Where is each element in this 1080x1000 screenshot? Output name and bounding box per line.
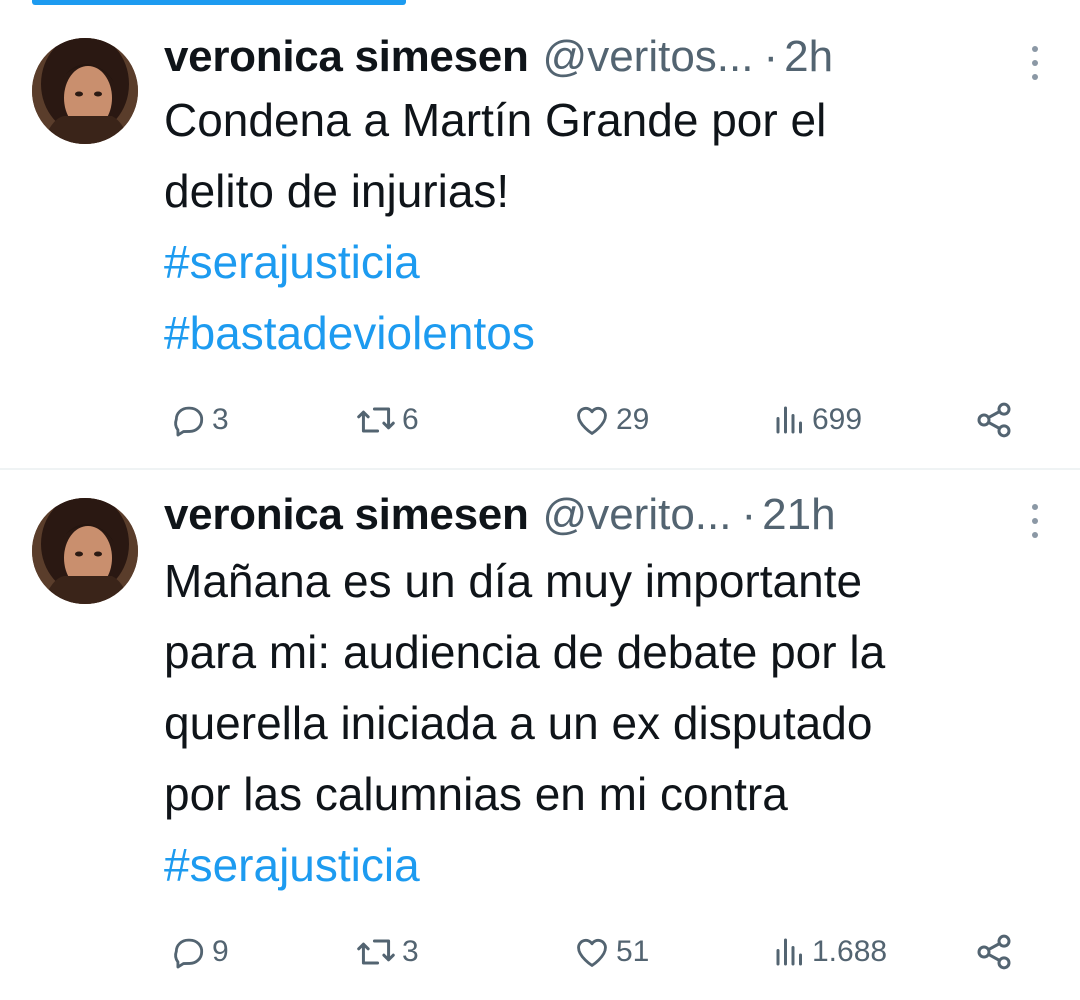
retweet-count: 3 [402, 935, 419, 968]
hashtag-link[interactable]: #bastadeviolentos [164, 298, 1040, 369]
views-count: 1.688 [812, 935, 888, 968]
views-icon [772, 401, 808, 439]
tweet-text-line: Mañana es un día muy importante [164, 555, 863, 607]
action-bar: 9 3 51 1.688 [164, 932, 1040, 972]
author-name[interactable]: veronica simesen [164, 32, 529, 82]
like-count: 29 [616, 403, 650, 436]
share-icon [974, 932, 1014, 972]
like-button[interactable]: 29 [572, 400, 649, 440]
action-bar: 3 6 29 699 [164, 400, 1040, 440]
views-icon [772, 933, 808, 971]
views-button[interactable]: 1.688 [772, 932, 887, 972]
tweet-text-line: querella iniciada a un ex disputado [164, 697, 873, 749]
more-icon[interactable] [1030, 504, 1040, 538]
like-icon [572, 933, 612, 971]
views-button[interactable]: 699 [772, 400, 862, 440]
hashtag-link[interactable]: #serajusticia [164, 227, 1040, 298]
reply-icon [170, 401, 208, 439]
reply-count: 3 [212, 403, 229, 436]
retweet-count: 6 [402, 403, 419, 436]
tweet-header: veronica simesen @veritos... · 2h [164, 32, 1040, 84]
separator-dot: · [763, 32, 779, 81]
tweet-header: veronica simesen @verito... · 21h [164, 490, 1040, 542]
share-button[interactable] [974, 400, 1014, 440]
reply-icon [170, 933, 208, 971]
share-icon [974, 400, 1014, 440]
tweet-text: Condena a Martín Grande por el delito de… [164, 85, 1040, 369]
avatar[interactable] [32, 498, 138, 604]
avatar[interactable] [32, 38, 138, 144]
retweet-icon [354, 401, 398, 439]
share-button[interactable] [974, 932, 1014, 972]
separator-dot: · [741, 490, 757, 539]
author-name[interactable]: veronica simesen [164, 490, 529, 540]
reply-button[interactable]: 3 [170, 400, 229, 440]
like-count: 51 [616, 935, 650, 968]
tweet-text-line: Condena a Martín Grande por el [164, 94, 827, 146]
timestamp[interactable]: 2h [784, 32, 833, 82]
retweet-button[interactable]: 3 [354, 932, 419, 972]
tweet-text-line: delito de injurias! [164, 165, 510, 217]
tweet[interactable]: veronica simesen @verito... · 21h Mañana… [0, 470, 1080, 1000]
reply-button[interactable]: 9 [170, 932, 229, 972]
tweet-text-line: por las calumnias en mi contra [164, 768, 788, 820]
tweet-text-line: para mi: audiencia de debate por la [164, 626, 886, 678]
like-button[interactable]: 51 [572, 932, 649, 972]
hashtag-link[interactable]: #serajusticia [164, 830, 1040, 901]
tweet[interactable]: veronica simesen @veritos... · 2h Conden… [0, 0, 1080, 468]
timestamp[interactable]: 21h [762, 490, 835, 540]
like-icon [572, 401, 612, 439]
more-icon[interactable] [1030, 46, 1040, 80]
reply-count: 9 [212, 935, 229, 968]
author-handle[interactable]: @verito... [543, 490, 732, 540]
tweet-text: Mañana es un día muy importante para mi:… [164, 546, 1040, 901]
retweet-button[interactable]: 6 [354, 400, 419, 440]
views-count: 699 [812, 403, 863, 436]
author-handle[interactable]: @veritos... [543, 32, 754, 82]
retweet-icon [354, 933, 398, 971]
